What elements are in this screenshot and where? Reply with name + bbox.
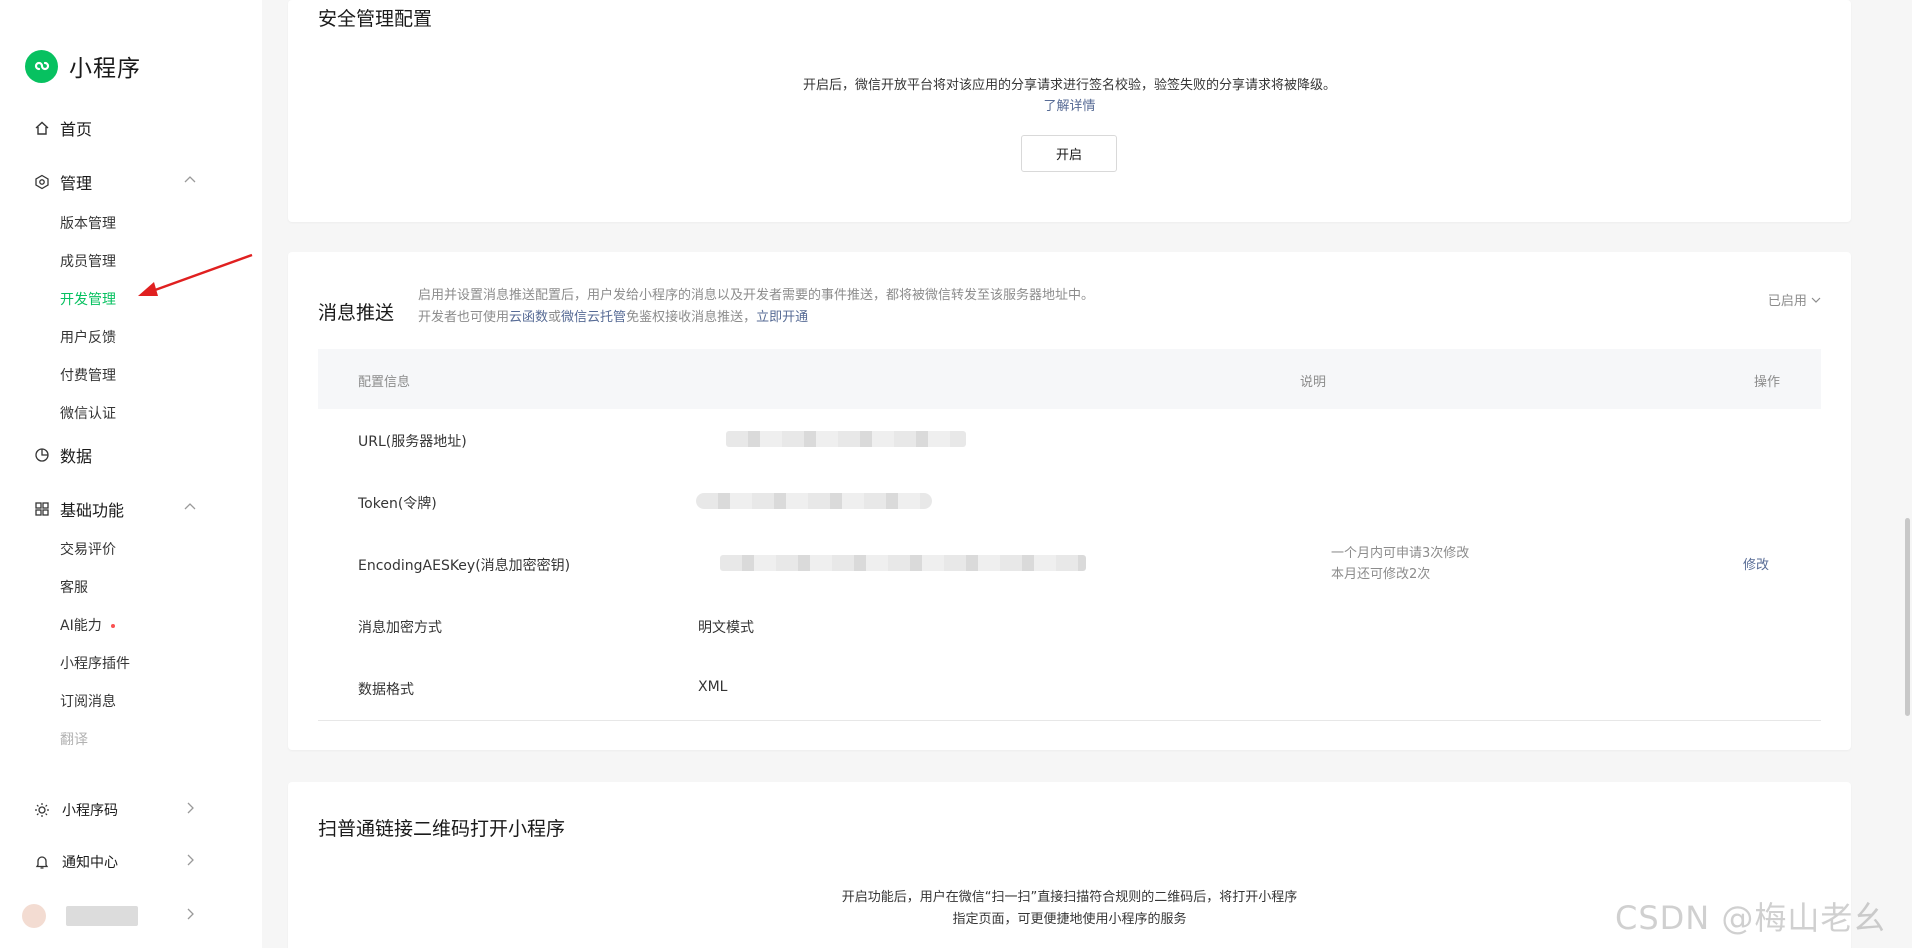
- security-config-card: 安全管理配置 开启后，微信开放平台将对该应用的分享请求进行签名校验，验签失败的分…: [288, 0, 1851, 222]
- brand-name: 小程序: [69, 56, 141, 82]
- chevron-down-icon: [1811, 297, 1821, 303]
- row-value: 明文模式: [698, 620, 754, 636]
- nav-qrcode[interactable]: 小程序码: [33, 800, 194, 820]
- table-row: 数据格式 XML: [318, 657, 1821, 719]
- sun-icon: [33, 801, 51, 819]
- row-key: 数据格式: [358, 682, 414, 698]
- annotation-arrow: [138, 253, 253, 296]
- aeskey-value-blurred: [720, 555, 1086, 571]
- chevron-up-icon[interactable]: [183, 499, 197, 518]
- chevron-right-icon: [183, 801, 197, 819]
- chevron-right-icon: [183, 907, 197, 925]
- nav-notify[interactable]: 通知中心: [33, 852, 194, 872]
- desc-mid: 免鉴权接收消息推送，: [626, 310, 757, 325]
- new-badge-dot: [110, 624, 115, 628]
- avatar: [22, 904, 46, 928]
- sidebar-item-subscribe[interactable]: 订阅消息: [60, 691, 116, 711]
- sidebar-item-members[interactable]: 成员管理: [60, 251, 116, 271]
- sidebar-item-version[interactable]: 版本管理: [60, 213, 116, 233]
- account-menu[interactable]: [22, 904, 194, 928]
- modify-note: 一个月内可申请3次修改 本月还可修改2次: [1331, 543, 1469, 585]
- modify-note-line1: 一个月内可申请3次修改: [1331, 546, 1470, 561]
- nav-basic-label: 基础功能: [60, 501, 125, 520]
- row-value: XML: [698, 679, 728, 695]
- status-dropdown[interactable]: 已启用: [1768, 290, 1821, 309]
- config-table-header: 配置信息 说明 操作: [318, 349, 1821, 409]
- nav-data[interactable]: 数据: [33, 443, 92, 467]
- learn-more-wrap: 了解详情: [288, 95, 1851, 114]
- nav-notify-label: 通知中心: [62, 855, 118, 871]
- security-description: 开启后，微信开放平台将对该应用的分享请求进行签名校验，验签失败的分享请求将被降级…: [802, 78, 1336, 93]
- header-config: 配置信息: [358, 375, 411, 390]
- message-push-card: 消息推送 启用并设置消息推送配置后，用户发给小程序的消息以及开发者需要的事件推送…: [288, 252, 1851, 750]
- sidebar: 小程序 首页 管理 版本管理 成员管理 开发管理 用户反馈 付费管理 微信认证 …: [0, 0, 262, 948]
- qr-card-title: 扫普通链接二维码打开小程序: [318, 818, 566, 840]
- nav-qrcode-label: 小程序码: [62, 803, 118, 819]
- row-key: 消息加密方式: [358, 620, 442, 636]
- sidebar-item-payment[interactable]: 付费管理: [60, 365, 116, 385]
- brand[interactable]: 小程序: [25, 49, 141, 83]
- sidebar-item-ai-label: AI能力: [60, 618, 102, 634]
- cloud-hosting-link[interactable]: 微信云托管: [561, 310, 626, 325]
- nav-manage-label: 管理: [60, 174, 93, 193]
- sidebar-item-plugins[interactable]: 小程序插件: [60, 653, 130, 673]
- row-key: EncodingAESKey(消息加密密钥): [358, 558, 571, 574]
- table-row: 消息加密方式 明文模式: [318, 595, 1821, 657]
- sidebar-item-feedback[interactable]: 用户反馈: [60, 327, 116, 347]
- learn-more-link[interactable]: 了解详情: [1043, 99, 1095, 114]
- status-label: 已启用: [1767, 294, 1807, 309]
- desc-or: 或: [548, 310, 562, 325]
- table-divider: [318, 720, 1821, 721]
- mini-program-logo-icon: [25, 49, 58, 83]
- settings-hexagon-icon: [33, 173, 51, 191]
- home-icon: [33, 119, 51, 137]
- activate-now-link[interactable]: 立即开通: [756, 310, 808, 325]
- sidebar-item-customer-service[interactable]: 客服: [60, 577, 88, 597]
- chevron-right-icon: [183, 853, 197, 871]
- watermark: CSDN @梅山老幺: [1615, 899, 1887, 937]
- nav-data-label: 数据: [60, 447, 93, 466]
- bell-icon: [33, 853, 51, 871]
- sidebar-item-development[interactable]: 开发管理: [60, 289, 116, 309]
- table-row: URL(服务器地址): [318, 409, 1821, 471]
- url-value-blurred: [726, 431, 966, 447]
- pie-chart-icon: [33, 446, 51, 464]
- cloud-function-link[interactable]: 云函数: [509, 310, 548, 325]
- page-scrollbar[interactable]: [1905, 518, 1910, 716]
- table-row: Token(令牌): [318, 471, 1821, 533]
- message-desc-line2: 开发者也可使用云函数或微信云托管免鉴权接收消息推送，立即开通: [418, 306, 808, 325]
- modify-note-line2: 本月还可修改2次: [1331, 567, 1431, 582]
- message-card-title: 消息推送: [318, 302, 395, 324]
- row-key: Token(令牌): [358, 496, 437, 512]
- row-key: URL(服务器地址): [358, 434, 467, 450]
- message-desc-line1: 启用并设置消息推送配置后，用户发给小程序的消息以及开发者需要的事件推送，都将被微…: [418, 288, 1095, 303]
- sidebar-item-translate[interactable]: 翻译: [60, 729, 88, 749]
- chevron-up-icon[interactable]: [183, 172, 197, 191]
- table-row: EncodingAESKey(消息加密密钥) 一个月内可申请3次修改 本月还可修…: [318, 533, 1821, 595]
- enable-button[interactable]: 开启: [1021, 135, 1117, 172]
- header-action: 操作: [1754, 375, 1781, 390]
- desc-prefix: 开发者也可使用: [418, 310, 510, 325]
- nav-manage[interactable]: 管理: [33, 170, 196, 194]
- modify-link[interactable]: 修改: [1743, 554, 1769, 573]
- account-name-blurred: [66, 906, 138, 926]
- nav-home[interactable]: 首页: [33, 116, 92, 140]
- token-value-blurred: [696, 493, 932, 509]
- sidebar-item-trade-review[interactable]: 交易评价: [60, 539, 116, 559]
- nav-basic-functions[interactable]: 基础功能: [33, 497, 196, 521]
- grid-icon: [33, 500, 51, 518]
- security-card-title: 安全管理配置: [318, 8, 433, 30]
- nav-home-label: 首页: [60, 120, 93, 139]
- header-note: 说明: [1300, 375, 1327, 390]
- sidebar-item-ai[interactable]: AI能力: [60, 615, 115, 635]
- sidebar-item-verification[interactable]: 微信认证: [60, 403, 116, 423]
